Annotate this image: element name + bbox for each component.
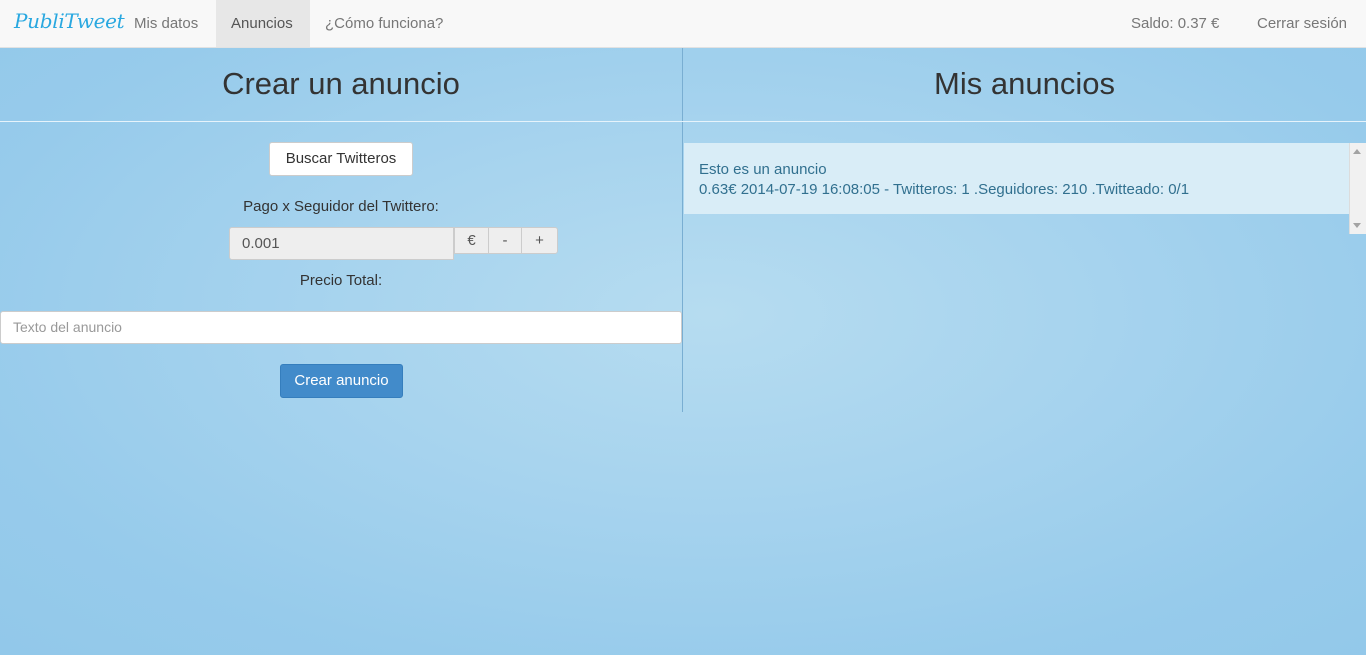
texto-anuncio-input[interactable]: Texto del anuncio [0,311,682,344]
precio-total-label: Precio Total: [299,272,383,289]
brand-logo[interactable]: PubliTweet [14,9,125,33]
ad-list-item[interactable]: Esto es un anuncio 0.63€ 2014-07-19 16:0… [684,143,1349,214]
mis-anuncios-title: Mis anuncios [934,66,1115,101]
nav-anuncios[interactable]: Anuncios [216,0,310,47]
pago-input[interactable]: 0.001 [229,227,454,260]
ad-list-scrollbar[interactable] [1349,143,1366,234]
logout-link[interactable]: Cerrar sesión [1257,0,1347,47]
saldo-text: Saldo: 0.37 € [1131,15,1220,32]
crear-anuncio-title: Crear un anuncio [222,66,460,101]
top-navbar: PubliTweet Mis datos Anuncios ¿Cómo func… [0,0,1366,48]
nav-mis-datos[interactable]: Mis datos [119,0,213,47]
column-divider [682,48,683,412]
currency-addon: € [454,227,489,254]
pago-label: Pago x Seguidor del Twittero: [243,198,439,215]
scroll-up-icon[interactable] [1353,149,1361,154]
crear-anuncio-button[interactable]: Crear anuncio [280,364,403,398]
header-divider [0,121,1366,122]
scroll-down-icon[interactable] [1353,223,1361,228]
ad-text: Esto es un anuncio [699,161,827,178]
nav-como-funciona[interactable]: ¿Cómo funciona? [310,0,458,47]
increment-button[interactable]: + [521,227,558,254]
ad-details: 0.63€ 2014-07-19 16:08:05 - Twitteros: 1… [699,181,1190,198]
buscar-twitteros-button[interactable]: Buscar Twitteros [269,142,413,176]
decrement-button[interactable]: - [488,227,522,254]
